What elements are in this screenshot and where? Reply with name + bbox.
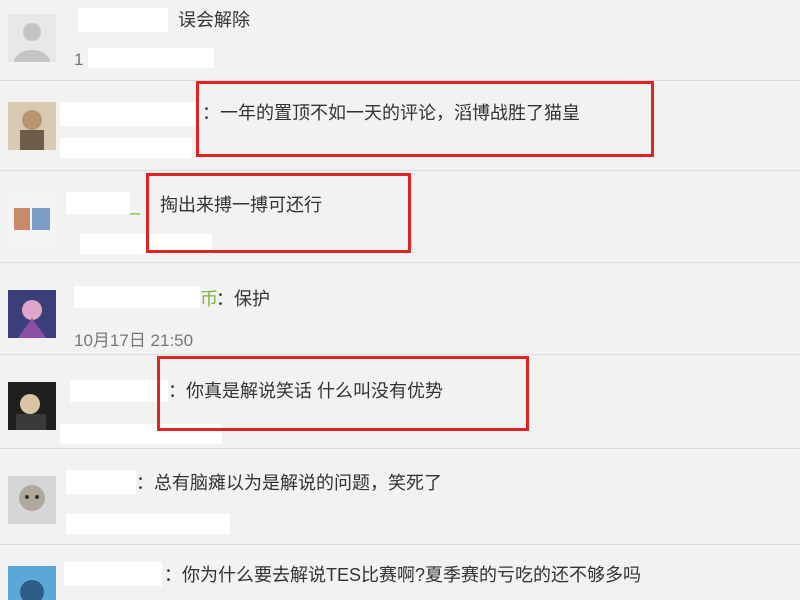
username-blurred[interactable]: [70, 380, 168, 402]
comment-separator: ：: [136, 473, 154, 493]
highlight-box-3: [157, 356, 529, 431]
username-tail: _: [130, 195, 141, 215]
user-avatar-photo[interactable]: [8, 290, 56, 338]
comment-text: 保护: [234, 289, 270, 309]
user-avatar-photo[interactable]: [8, 566, 56, 600]
comment-row-4: 币 ： 保护 10月17日 21:50: [0, 262, 800, 355]
comment-separator: ：: [164, 565, 182, 585]
username-blurred[interactable]: [66, 470, 136, 494]
user-avatar-photo[interactable]: [8, 476, 56, 524]
user-avatar-photo[interactable]: [8, 102, 56, 150]
comment-list-screen: { "comments": [ { "name_tail": "", "sepa…: [0, 0, 800, 600]
username-blurred[interactable]: [78, 8, 168, 32]
timestamp-blurred: [88, 48, 214, 68]
username-blurred[interactable]: [74, 286, 200, 308]
comment-timestamp: 1: [74, 50, 84, 69]
user-avatar-photo[interactable]: [8, 196, 56, 244]
timestamp-blurred: [60, 138, 192, 158]
highlight-box-2: [146, 173, 411, 253]
highlight-box-1: [196, 81, 654, 157]
comment-text: 你为什么要去解说TES比赛啊?夏季赛的亏吃的还不够多吗: [182, 565, 642, 585]
comment-row-6: ： 总有脑瘫以为是解说的问题，笑死了: [0, 448, 800, 545]
default-avatar-icon[interactable]: [8, 14, 56, 62]
comment-row-7: ： 你为什么要去解说TES比赛啊?夏季赛的亏吃的还不够多吗: [0, 544, 800, 600]
comment-separator: ：: [216, 289, 234, 309]
comment-text: 总有脑瘫以为是解说的问题，笑死了: [154, 473, 442, 493]
user-avatar-photo[interactable]: [8, 382, 56, 430]
comment-timestamp: 10月17日 21:50: [74, 331, 194, 350]
username-blurred[interactable]: [64, 562, 162, 586]
username-blurred[interactable]: [66, 192, 130, 214]
timestamp-blurred: [66, 514, 230, 534]
comment-text: 误会解除: [178, 10, 250, 30]
comment-row-1: 误会解除 1: [0, 0, 800, 81]
username-blurred[interactable]: [60, 102, 200, 126]
